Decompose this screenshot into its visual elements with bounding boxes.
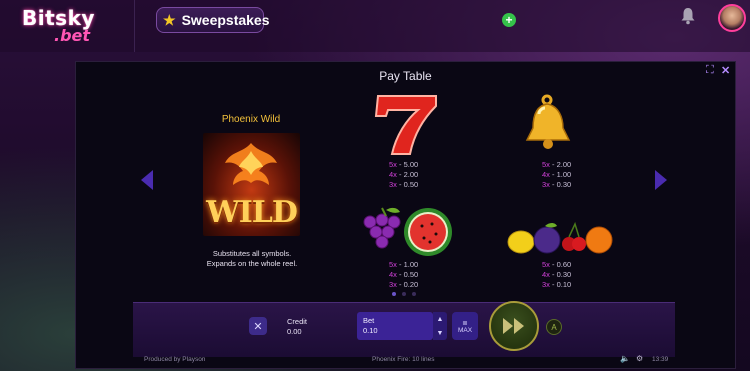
paytable-title: Pay Table <box>379 69 432 83</box>
odds-multiplier: 4x <box>389 270 397 279</box>
speaker-icon[interactable]: 🔈 <box>620 354 630 363</box>
producer-credit: Produced by Playson <box>144 356 206 363</box>
credit-label: Credit <box>287 317 308 326</box>
odds-multiplier: 5x <box>542 160 550 169</box>
phoenix-wild-image: WILD <box>203 133 300 236</box>
max-bet-button[interactable]: ≣ MAX <box>452 312 478 340</box>
odds-multiplier: 4x <box>542 170 550 179</box>
odds-value: 2.00 <box>403 170 419 179</box>
fast-forward-icon <box>503 318 524 334</box>
odds-value: 0.20 <box>403 280 419 289</box>
gear-icon[interactable]: ⚙ <box>636 354 643 363</box>
odds-multiplier: 5x <box>542 260 550 269</box>
bet-label: Bet <box>363 316 375 325</box>
sweepstakes-label: Sweepstakes <box>181 12 270 28</box>
sweepstakes-button[interactable]: ★ Sweepstakes <box>156 7 270 33</box>
odds-multiplier: 3x <box>389 280 397 289</box>
odds-value: 0.50 <box>403 180 419 189</box>
max-label: MAX <box>457 326 473 334</box>
page-dot[interactable] <box>402 292 406 296</box>
bell-odds: 5x - 2.00 4x - 1.00 3x - 0.30 <box>542 160 572 189</box>
user-avatar[interactable] <box>718 4 746 32</box>
page-indicator <box>392 292 416 296</box>
game-control-bar: ✕ Credit 0.00 Bet 0.10 ▲ ▼ ≣ MAX A <box>133 301 675 357</box>
odds-value: 1.00 <box>556 170 572 179</box>
page-dot[interactable] <box>412 292 416 296</box>
game-panel: Pay Table ⛶ ✕ Phoenix Wild WILD Substitu… <box>75 61 736 369</box>
fruits-icon <box>507 218 613 263</box>
header-divider <box>134 0 135 52</box>
bet-increase-icon[interactable]: ▲ <box>437 316 444 323</box>
logo-subtext: .bet <box>54 26 91 45</box>
odds-value: 0.10 <box>556 280 572 289</box>
odds-multiplier: 3x <box>389 180 397 189</box>
add-funds-button[interactable]: + <box>502 13 516 27</box>
star-icon: ★ <box>163 11 176 28</box>
wild-description: Substitutes all symbols. Expands on the … <box>193 249 311 269</box>
fruits-odds: 5x - 0.60 4x - 0.30 3x - 0.10 <box>542 260 572 289</box>
grapes-watermelon-icon <box>358 202 454 263</box>
wild-symbol-title: Phoenix Wild <box>221 114 281 125</box>
odds-value: 2.00 <box>556 160 572 169</box>
bet-decrease-icon[interactable]: ▼ <box>437 330 444 337</box>
site-logo[interactable]: Bitsky .bet <box>22 6 112 46</box>
credit-value: 0.00 <box>287 327 302 336</box>
odds-multiplier: 5x <box>389 160 397 169</box>
odds-value: 1.00 <box>403 260 419 269</box>
odds-multiplier: 5x <box>389 260 397 269</box>
fullscreen-icon[interactable]: ⛶ <box>706 64 714 77</box>
seven-symbol-icon <box>370 92 442 161</box>
grapes-odds: 5x - 1.00 4x - 0.50 3x - 0.20 <box>389 260 419 289</box>
page-dot[interactable] <box>392 292 396 296</box>
spin-button[interactable] <box>489 301 539 351</box>
wild-desc-line2: Expands on the whole reel. <box>206 259 298 268</box>
odds-value: 0.30 <box>556 270 572 279</box>
odds-value: 0.30 <box>556 180 572 189</box>
wild-desc-line1: Substitutes all symbols. <box>212 249 292 258</box>
bet-value: 0.10 <box>363 326 378 335</box>
wild-image-text: WILD <box>206 195 298 230</box>
odds-multiplier: 3x <box>542 280 550 289</box>
game-info: Phoenix Fire: 10 lines <box>372 356 435 363</box>
site-header: Bitsky .bet ★ Sweepstakes + <box>0 0 750 52</box>
bell-icon[interactable] <box>680 7 696 25</box>
seven-odds: 5x - 5.00 4x - 2.00 3x - 0.50 <box>389 160 419 189</box>
odds-value: 0.50 <box>403 270 419 279</box>
bet-stepper[interactable]: ▲ ▼ <box>433 312 447 340</box>
next-page-arrow[interactable] <box>655 170 667 190</box>
clock-time: 13:39 <box>652 356 669 363</box>
bell-symbol-icon <box>525 94 581 159</box>
coins-icon: ≣ <box>462 319 468 327</box>
odds-multiplier: 4x <box>542 270 550 279</box>
odds-value: 0.60 <box>556 260 572 269</box>
odds-multiplier: 4x <box>389 170 397 179</box>
close-icon[interactable]: ✕ <box>721 64 730 77</box>
odds-multiplier: 3x <box>542 180 550 189</box>
close-paytable-button[interactable]: ✕ <box>249 317 267 335</box>
bet-field[interactable]: Bet 0.10 <box>357 312 433 340</box>
prev-page-arrow[interactable] <box>141 170 153 190</box>
autoplay-button[interactable]: A <box>546 319 562 335</box>
odds-value: 5.00 <box>403 160 419 169</box>
